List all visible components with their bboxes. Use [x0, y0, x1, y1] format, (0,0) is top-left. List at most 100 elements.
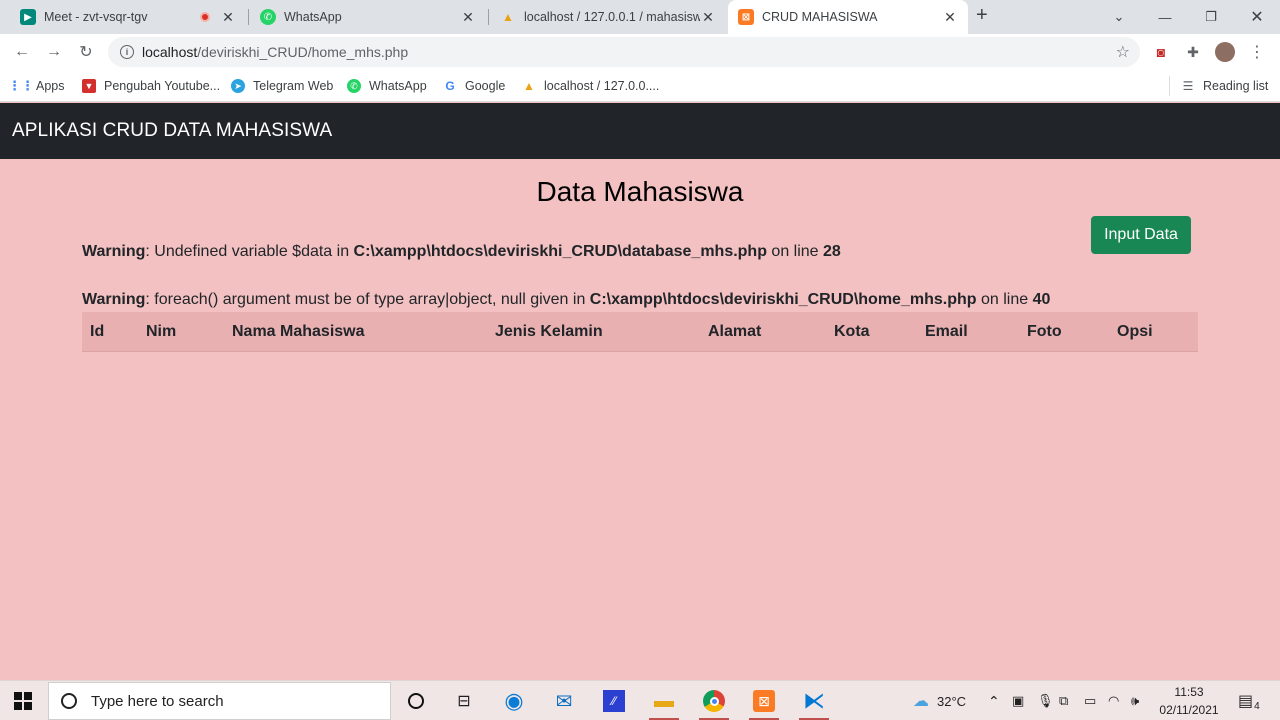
forward-arrow-icon[interactable]: → — [42, 40, 66, 64]
bookmarks-divider — [1169, 76, 1170, 96]
weather-rain-icon: ☁ — [913, 693, 929, 710]
bookmark-whatsapp[interactable]: ✆ WhatsApp — [347, 76, 427, 96]
extensions-puzzle-icon[interactable]: ✚ — [1183, 42, 1203, 62]
recording-icon — [200, 12, 210, 22]
temperature: 32°C — [937, 693, 967, 709]
chrome-icon[interactable] — [691, 681, 737, 720]
whatsapp-icon: ✆ — [260, 9, 276, 25]
php-warning-undefined-variable: Warning: Undefined variable $data in C:\… — [82, 243, 841, 261]
xampp-icon[interactable]: ⊠ — [741, 681, 787, 720]
tab-title: localhost / 127.0.0.1 / mahasiswa — [524, 10, 700, 24]
close-icon[interactable]: ✕ — [220, 9, 236, 26]
reading-list-icon: ☰ — [1182, 79, 1194, 93]
meet-now-icon[interactable]: ▣ — [1012, 681, 1024, 720]
url-text: localhost/deviriskhi_CRUD/home_mhs.php — [142, 44, 408, 60]
column-header-foto: Foto — [1027, 323, 1062, 340]
reading-list-label: Reading list — [1203, 79, 1269, 93]
bookmark-google[interactable]: G Google — [443, 76, 505, 96]
close-icon[interactable]: ✕ — [460, 9, 476, 26]
url-host: localhost — [142, 44, 198, 60]
minimize-button[interactable]: — — [1142, 0, 1188, 34]
profile-avatar[interactable] — [1215, 42, 1235, 62]
search-icon — [61, 693, 77, 709]
volume-icon[interactable]: 🕪 — [1131, 681, 1139, 720]
column-header-id: Id — [90, 323, 105, 340]
tab-title: WhatsApp — [284, 10, 342, 24]
bookmark-label: WhatsApp — [369, 79, 427, 93]
mail-icon[interactable]: ✉ — [541, 681, 587, 720]
warning-label: Warning — [82, 291, 146, 308]
google-meet-icon: ▶ — [20, 9, 36, 25]
close-window-button[interactable]: ✕ — [1234, 0, 1280, 34]
cortana-icon[interactable] — [393, 681, 439, 720]
clock-date: 02/11/2021 — [1159, 703, 1219, 717]
close-icon[interactable]: ✕ — [942, 9, 958, 26]
camera-icon[interactable]: ⧉ — [1059, 681, 1068, 720]
tab-search-chevron-icon[interactable]: ⌄ — [1096, 0, 1142, 34]
wifi-icon[interactable]: ◠ — [1108, 681, 1119, 720]
tab-crud-mahasiswa[interactable]: ⊠ CRUD MAHASISWA ✕ — [728, 0, 968, 34]
notification-center[interactable]: ▤ 4 — [1238, 681, 1260, 720]
phpmyadmin-icon: ▲ — [523, 79, 535, 93]
input-data-button[interactable]: Input Data — [1091, 216, 1191, 254]
app-navbar: APLIKASI CRUD DATA MAHASISWA — [0, 103, 1280, 159]
tab-meet[interactable]: ▶ Meet - zvt-vsqr-tgv ✕ — [10, 0, 246, 34]
show-hidden-icons-icon[interactable]: ⌃ — [988, 681, 1000, 720]
apps-grid-icon: ⋮⋮ — [8, 78, 34, 93]
column-header-email: Email — [925, 323, 968, 340]
new-tab-button[interactable]: + — [976, 4, 988, 27]
vscode-icon[interactable]: ⧔ — [791, 681, 837, 720]
bookmark-star-icon[interactable]: ☆ — [1116, 42, 1130, 62]
bookmark-telegram-web[interactable]: ➤ Telegram Web — [231, 76, 333, 96]
pocket-extension-icon[interactable]: ◙ — [1151, 42, 1171, 62]
xampp-icon: ⊠ — [738, 9, 754, 25]
notification-icon: ▤ — [1238, 693, 1254, 710]
clock-time: 11:53 — [1174, 685, 1204, 699]
telegram-icon: ➤ — [231, 79, 245, 93]
warning-path: C:\xampp\htdocs\deviriskhi_CRUD\database… — [353, 243, 767, 260]
browser-toolbar: ← → ↻ i localhost/deviriskhi_CRUD/home_m… — [0, 34, 1280, 70]
back-arrow-icon[interactable]: ← — [10, 40, 34, 64]
warning-line: 40 — [1032, 291, 1051, 308]
task-view-icon[interactable]: ⊟ — [441, 681, 487, 720]
bookmark-apps[interactable]: ⋮⋮ Apps — [8, 76, 65, 96]
restore-button[interactable]: ❐ — [1188, 0, 1234, 34]
windows-start-icon[interactable] — [0, 681, 46, 720]
clock[interactable]: 11:53 02/11/2021 — [1150, 683, 1228, 719]
column-header-jenis-kelamin: Jenis Kelamin — [495, 323, 603, 340]
bookmark-label: Telegram Web — [253, 79, 334, 93]
column-header-nim: Nim — [146, 323, 177, 340]
powerapp-icon[interactable]: ⁄⁄ — [591, 681, 637, 720]
tab-divider — [248, 9, 249, 25]
menu-kebab-icon[interactable]: ⋮ — [1247, 42, 1267, 62]
edge-icon[interactable]: ◉ — [491, 681, 537, 720]
google-icon: G — [445, 79, 455, 93]
url-path: /deviriskhi_CRUD/home_mhs.php — [197, 44, 409, 60]
address-bar[interactable]: i localhost/deviriskhi_CRUD/home_mhs.php… — [108, 37, 1140, 67]
close-icon[interactable]: ✕ — [700, 9, 716, 26]
tab-whatsapp[interactable]: ✆ WhatsApp ✕ — [250, 0, 486, 34]
warning-path: C:\xampp\htdocs\deviriskhi_CRUD\home_mhs… — [589, 291, 977, 308]
browser-tab-strip: ▶ Meet - zvt-vsqr-tgv ✕ ✆ WhatsApp ✕ ▲ l… — [0, 0, 1280, 34]
whatsapp-icon: ✆ — [347, 79, 361, 93]
column-header-alamat: Alamat — [708, 323, 762, 340]
battery-icon[interactable]: ▭ — [1084, 681, 1096, 720]
warning-online: on line — [766, 243, 824, 260]
taskbar-search-box[interactable]: Type here to search — [48, 682, 391, 720]
site-info-icon[interactable]: i — [120, 45, 134, 59]
reading-list[interactable]: ☰ Reading list — [1181, 76, 1269, 96]
tab-phpmyadmin[interactable]: ▲ localhost / 127.0.0.1 / mahasiswa ✕ — [490, 0, 726, 34]
bookmark-pengubah-youtube[interactable]: ▼ Pengubah Youtube... — [82, 76, 220, 96]
tab-title: CRUD MAHASISWA — [762, 10, 878, 24]
bookmark-label: Pengubah Youtube... — [104, 79, 221, 93]
column-header-nama: Nama Mahasiswa — [232, 323, 365, 340]
youtube-converter-icon: ▼ — [82, 79, 96, 93]
weather-widget[interactable]: ☁ 32°C — [913, 681, 966, 720]
file-explorer-icon[interactable]: ▬ — [641, 681, 687, 720]
reload-icon[interactable]: ↻ — [74, 40, 98, 64]
navbar-brand[interactable]: APLIKASI CRUD DATA MAHASISWA — [12, 120, 332, 142]
bookmark-localhost[interactable]: ▲ localhost / 127.0.0.... — [522, 76, 659, 96]
tab-title: Meet - zvt-vsqr-tgv — [44, 10, 148, 24]
microphone-icon[interactable]: 🎙 — [1037, 681, 1054, 720]
warning-line: 28 — [823, 243, 841, 260]
